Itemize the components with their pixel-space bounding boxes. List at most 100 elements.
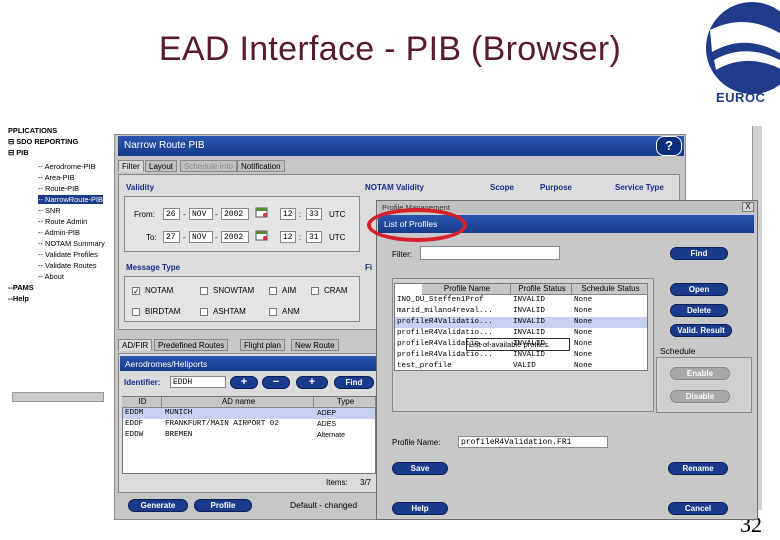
tree-item[interactable]: -- About <box>38 272 64 281</box>
save-button[interactable]: Save <box>392 462 448 475</box>
validity-box <box>124 196 360 252</box>
calendar-icon[interactable] <box>255 206 269 218</box>
tree-item[interactable]: -- Validate Routes <box>38 261 97 270</box>
find-aerodrome-button[interactable]: Find <box>334 376 374 389</box>
message-type-checkbox[interactable]: ✓ <box>132 287 140 296</box>
ad-type-cell[interactable]: Alternate <box>315 430 345 441</box>
close-icon[interactable]: X <box>742 202 754 212</box>
disable-button[interactable]: Disable <box>670 390 730 403</box>
from-day-field[interactable]: 26 <box>163 208 180 220</box>
from-min-field[interactable]: 33 <box>306 208 322 220</box>
table-header: Type <box>314 397 376 408</box>
valid-result-button[interactable]: Valid. Result <box>670 324 732 337</box>
tree-item[interactable]: -- Route-PIB <box>38 184 79 193</box>
help-icon[interactable]: ? <box>656 136 682 156</box>
schedule-status-cell[interactable]: None <box>572 350 592 361</box>
message-type-checkbox[interactable] <box>200 287 208 295</box>
message-type-checkbox[interactable] <box>200 308 208 316</box>
ad-name-cell[interactable]: BREMEN <box>163 430 192 441</box>
tab-predefined-routes[interactable]: Predefined Routes <box>154 339 229 351</box>
message-type-checkbox[interactable] <box>269 308 277 316</box>
to-min-field[interactable]: 31 <box>306 231 322 243</box>
tab-flight-plan[interactable]: Flight plan <box>240 339 285 351</box>
cancel-button[interactable]: Cancel <box>668 502 728 515</box>
calendar-icon[interactable] <box>255 229 269 241</box>
open-button[interactable]: Open <box>670 283 728 296</box>
delete-button[interactable]: Delete <box>670 304 728 317</box>
help-button[interactable]: Help <box>392 502 448 515</box>
schedule-status-cell[interactable]: None <box>572 328 592 339</box>
ad-type-cell[interactable]: ADEP <box>315 408 336 419</box>
tree-item[interactable]: ⊟ SDO REPORTING <box>8 137 78 146</box>
to-month-field[interactable]: NOV <box>189 231 213 243</box>
profile-status-cell[interactable]: INVALID <box>511 339 545 350</box>
tree-item[interactable]: -- NOTAM Summary <box>38 239 105 248</box>
ad-type-cell[interactable]: ADES <box>315 419 336 430</box>
ad-name-cell[interactable]: FRANKFURT/MAIN AIRPORT 02 <box>163 419 279 430</box>
tree-item[interactable]: -- NarrowRoute-PIB <box>38 195 103 204</box>
schedule-status-cell[interactable]: None <box>572 306 592 317</box>
ad-name-cell[interactable]: MUNICH <box>163 408 192 419</box>
message-type-label: ASHTAM <box>213 307 246 316</box>
profile-name-cell[interactable]: profileR4Validatio... <box>395 339 493 350</box>
profile-name-cell[interactable]: profileR4Validatio... <box>395 317 493 328</box>
to-day-field[interactable]: 27 <box>163 231 180 243</box>
profile-name-input[interactable]: profileR4Validation.FR1 <box>458 436 608 448</box>
schedule-status-cell[interactable]: None <box>572 295 592 306</box>
profile-button[interactable]: Profile <box>194 499 252 512</box>
add-button[interactable]: + <box>230 376 258 389</box>
tree-item[interactable]: -- Validate Profiles <box>38 250 98 259</box>
tree-item[interactable]: --PAMS <box>8 283 34 292</box>
tab-ad-fir[interactable]: AD/FIR <box>118 339 153 351</box>
tab-filter[interactable]: Filter <box>118 160 144 172</box>
from-month-field[interactable]: NOV <box>189 208 213 220</box>
rename-button[interactable]: Rename <box>668 462 728 475</box>
tree-item[interactable]: -- SNR <box>38 206 61 215</box>
to-year-field[interactable]: 2002 <box>221 231 249 243</box>
profile-name-cell[interactable]: profileR4Validatio... <box>395 328 493 339</box>
message-type-checkbox[interactable] <box>269 287 277 295</box>
tree-item[interactable]: --Help <box>8 294 29 303</box>
message-type-checkbox[interactable] <box>311 287 319 295</box>
ad-id-cell[interactable]: EDDF <box>123 419 143 430</box>
tab-notification[interactable]: Notification <box>237 160 285 172</box>
tree-item[interactable]: ⊟ PIB <box>8 148 29 157</box>
from-hour-field[interactable]: 12 <box>280 208 296 220</box>
profile-status-cell[interactable]: INVALID <box>511 295 545 306</box>
tab-layout[interactable]: Layout <box>145 160 178 172</box>
tree-item[interactable]: -- Route Admin <box>38 217 87 226</box>
from-year-field[interactable]: 2002 <box>221 208 249 220</box>
generate-button[interactable]: Generate <box>128 499 188 512</box>
profile-status-cell[interactable]: INVALID <box>511 317 545 328</box>
tree-item[interactable]: -- Aerodrome-PIB <box>38 162 96 171</box>
identifier-input[interactable]: EDDH <box>170 376 226 388</box>
move-button[interactable]: + <box>296 376 328 389</box>
ad-id-cell[interactable]: EDDW <box>123 430 143 441</box>
schedule-status-cell[interactable]: None <box>572 317 592 328</box>
profile-name-cell[interactable]: marid_milano4reval... <box>395 306 493 317</box>
filter-input[interactable] <box>420 246 560 260</box>
tab-new-route[interactable]: New Route <box>291 339 339 351</box>
enable-button[interactable]: Enable <box>670 367 730 380</box>
remove-button[interactable]: − <box>262 376 290 389</box>
ad-id-cell[interactable]: EDDM <box>123 408 143 419</box>
schedule-status-cell[interactable]: None <box>572 339 592 350</box>
profile-status-cell[interactable]: INVALID <box>511 328 545 339</box>
profile-status-cell[interactable]: INVALID <box>511 350 545 361</box>
to-hour-field[interactable]: 12 <box>280 231 296 243</box>
tree-scrollbar[interactable] <box>12 392 104 402</box>
profile-name-cell[interactable]: test_profile <box>395 361 452 372</box>
profile-name-cell[interactable]: profileR4Validatio... <box>395 350 493 361</box>
profile-name-cell[interactable]: INO_DU_Steffen1Prof <box>395 295 484 306</box>
tab-schedule-info[interactable]: Schedule Info <box>180 160 237 172</box>
profile-status-cell[interactable]: INVALID <box>511 306 545 317</box>
tree-item[interactable]: -- Admin-PIB <box>38 228 80 237</box>
find-profile-button[interactable]: Find <box>670 247 728 260</box>
tree-item[interactable]: -- Area-PIB <box>38 173 75 182</box>
table-header: Profile Name <box>422 284 511 295</box>
profile-status-cell[interactable]: VALID <box>511 361 536 372</box>
purpose-label: Purpose <box>540 183 573 192</box>
tree-item[interactable]: PPLICATIONS <box>8 126 57 135</box>
message-type-checkbox[interactable] <box>132 308 140 316</box>
schedule-status-cell[interactable]: None <box>572 361 592 372</box>
